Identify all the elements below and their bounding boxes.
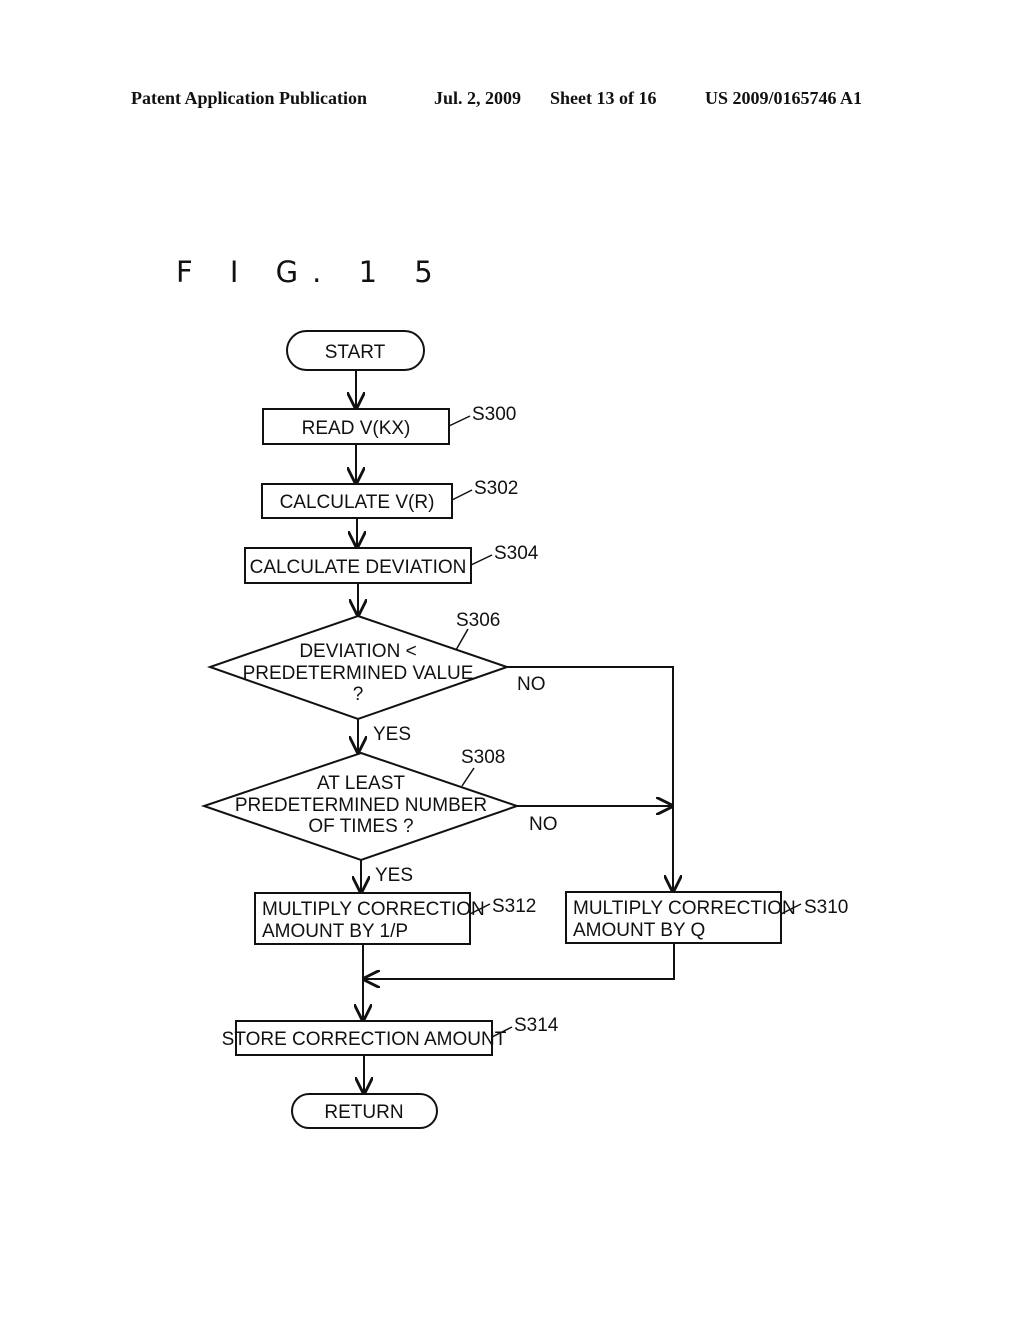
- step-s300-id: S300: [472, 404, 516, 425]
- decision-s306: DEVIATION < PREDETERMINED VALUE ? S306: [206, 610, 511, 721]
- step-s310: MULTIPLY CORRECTION AMOUNT BY Q S310: [565, 891, 848, 944]
- step-s300-leader: [448, 415, 471, 427]
- step-s300: READ V(KX) S300: [262, 404, 516, 445]
- step-s312: MULTIPLY CORRECTION AMOUNT BY 1/P S312: [254, 892, 536, 945]
- step-s310-line1: MULTIPLY CORRECTION: [573, 898, 796, 919]
- step-s312-id: S312: [492, 896, 536, 917]
- flowchart: START READ V(KX) S300 CALCULATE V(R) S30…: [200, 330, 848, 1129]
- decision-s308-line3: OF TIMES ?: [308, 816, 413, 837]
- step-s312-line1: MULTIPLY CORRECTION: [262, 899, 485, 920]
- decision-s308: AT LEAST PREDETERMINED NUMBER OF TIMES ?…: [200, 747, 521, 862]
- return-terminator: RETURN: [291, 1093, 438, 1129]
- connector-s306-no: [507, 666, 673, 891]
- step-s304-id: S304: [494, 543, 539, 564]
- decision-s306-leader: [455, 628, 469, 651]
- step-s304: CALCULATE DEVIATION S304: [244, 543, 539, 584]
- step-s310-id: S310: [804, 897, 848, 918]
- step-s304-text: CALCULATE DEVIATION: [250, 557, 467, 578]
- step-s302-leader: [451, 489, 473, 501]
- step-s314-id: S314: [514, 1015, 559, 1036]
- decision-s306-line1: DEVIATION <: [299, 641, 416, 662]
- step-s314-text: STORE CORRECTION AMOUNT: [222, 1029, 507, 1050]
- step-s300-text: READ V(KX): [302, 418, 411, 439]
- decision-s308-line1: AT LEAST: [317, 773, 405, 794]
- step-s310-line2: AMOUNT BY Q: [573, 920, 705, 941]
- s306-yes-label: YES: [373, 724, 411, 745]
- decision-s308-leader: [461, 767, 475, 787]
- step-s314: STORE CORRECTION AMOUNT S314: [222, 1015, 559, 1056]
- step-s304-leader: [470, 554, 493, 566]
- connector-s310-merge: [364, 943, 675, 979]
- decision-s308-id: S308: [461, 747, 505, 768]
- s308-yes-label: YES: [375, 865, 413, 886]
- s308-no-label: NO: [529, 814, 558, 835]
- step-s302-id: S302: [474, 478, 518, 499]
- start-label: START: [325, 342, 386, 363]
- s306-no-label: NO: [517, 674, 546, 695]
- decision-s306-line3: ?: [353, 684, 364, 705]
- return-label: RETURN: [324, 1102, 403, 1123]
- decision-s306-id: S306: [456, 610, 500, 631]
- decision-s306-line2: PREDETERMINED VALUE: [243, 663, 474, 684]
- start-terminator: START: [286, 330, 425, 371]
- step-s302: CALCULATE V(R) S302: [261, 478, 518, 519]
- decision-s308-line2: PREDETERMINED NUMBER: [235, 795, 487, 816]
- step-s312-line2: AMOUNT BY 1/P: [262, 921, 408, 942]
- step-s302-text: CALCULATE V(R): [280, 492, 435, 513]
